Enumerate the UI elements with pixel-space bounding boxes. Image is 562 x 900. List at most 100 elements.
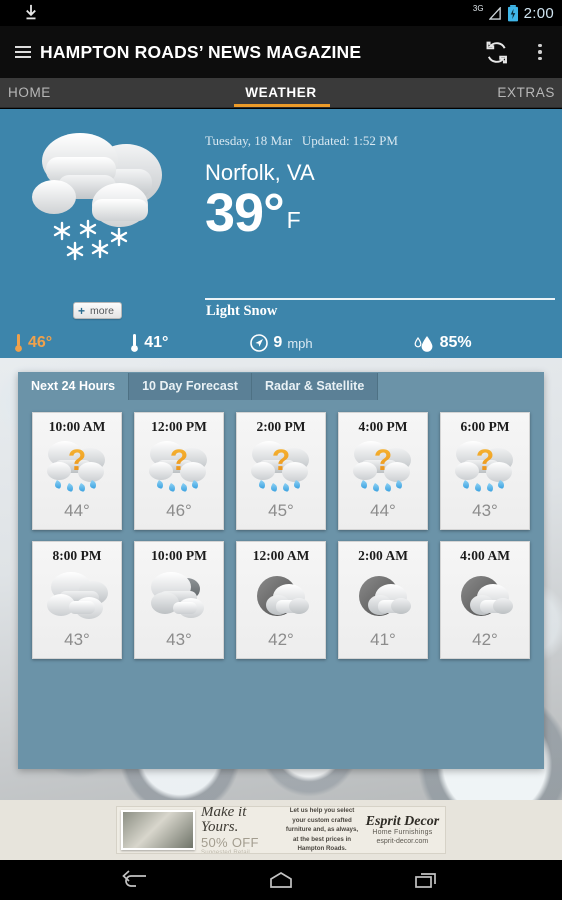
active-tab-underline: [234, 104, 330, 107]
ad-headline: Make it Yours.: [201, 806, 247, 835]
weather-stats-bar: 46° 41° 9 mph 85%: [0, 328, 562, 358]
forecast-time: 2:00 PM: [256, 419, 306, 434]
ad-product-photo: [121, 810, 195, 850]
stat-high-temp: 46°: [14, 333, 52, 353]
app-title: HAMPTON ROADS’ NEWS MAGAZINE: [40, 41, 362, 62]
network-type-label: 3G: [472, 4, 484, 13]
forecast-temp: 44°: [370, 501, 396, 520]
rain-unknown-icon: ?: [455, 441, 513, 492]
overflow-menu-button[interactable]: [518, 26, 562, 78]
ad-brand-name: Esprit Decor: [365, 813, 440, 829]
forecast-time: 4:00 AM: [460, 548, 510, 563]
more-button[interactable]: + more: [73, 302, 122, 319]
forecast-card[interactable]: 4:00 AM 42°: [440, 541, 530, 659]
system-nav-bar: [0, 860, 562, 900]
forecast-time: 8:00 PM: [52, 548, 102, 563]
forecast-tab-next-24-hours[interactable]: Next 24 Hours: [18, 373, 130, 400]
temperature-unit: F: [286, 206, 301, 233]
forecast-tab-10-day-forecast[interactable]: 10 Day Forecast: [129, 373, 252, 400]
forecast-temp: 43°: [166, 630, 192, 649]
rain-unknown-icon: ?: [251, 441, 309, 492]
forecast-row: 8:00 PM 43° 10:00 PM 43° 12:00 AM 42° 2:…: [32, 541, 530, 659]
forecast-card[interactable]: 12:00 PM ? 46°: [134, 412, 224, 530]
wind-speed-unit: mph: [287, 335, 313, 351]
forecast-card[interactable]: 12:00 AM 42°: [236, 541, 326, 659]
current-date: Tuesday, 18 Mar: [205, 133, 293, 148]
forecast-temp: 43°: [472, 501, 498, 520]
moon-clouds-icon: [461, 576, 513, 616]
nav-recents-button[interactable]: [404, 865, 450, 895]
forecast-card-grid: 10:00 AM ? 44° 12:00 PM ? 46° 2:00 PM ? …: [32, 412, 530, 659]
humidity-value: 85%: [439, 334, 472, 351]
forecast-temp: 43°: [64, 630, 90, 649]
stat-humidity: 85%: [413, 334, 472, 352]
ad-brand-tagline: Home Furnishings: [372, 829, 433, 837]
main-tab-strip: HOME WEATHER EXTRAS: [0, 78, 562, 108]
thermometer-low-icon: [131, 334, 139, 352]
ad-headline-block: Make it Yours. 50% OFF Suggested Retail: [201, 806, 284, 854]
tab-extras[interactable]: EXTRAS: [497, 78, 555, 108]
ad-banner[interactable]: Make it Yours. 50% OFF Suggested Retail …: [116, 806, 446, 854]
forecast-time: 4:00 PM: [358, 419, 408, 434]
nav-back-button[interactable]: [112, 865, 158, 895]
forecast-temp: 45°: [268, 501, 294, 520]
rain-unknown-icon: ?: [353, 441, 411, 492]
forecast-card[interactable]: 2:00 PM ? 45°: [236, 412, 326, 530]
thermometer-high-icon: [15, 334, 22, 352]
cloudy-icon: [47, 572, 108, 619]
recent-apps-icon: [415, 873, 436, 888]
forecast-temp: 41°: [370, 630, 396, 649]
svg-text:?: ?: [374, 444, 392, 477]
ad-brand-block: Esprit Decor Home Furnishings esprit-dec…: [360, 813, 445, 846]
forecast-card[interactable]: 2:00 AM 41°: [338, 541, 428, 659]
current-temp-row: 39° F: [205, 183, 555, 243]
wind-speed-value: 9: [273, 334, 283, 351]
forecast-tab-strip: Next 24 Hours 10 Day Forecast Radar & Sa…: [18, 372, 379, 400]
stat-low-temp: 41°: [130, 333, 168, 353]
snow-clouds-icon: [32, 133, 162, 261]
plus-icon: +: [78, 303, 86, 318]
status-bar: 3G 2:00: [0, 0, 562, 26]
svg-text:?: ?: [476, 444, 494, 477]
home-icon: [270, 872, 292, 888]
current-temperature: 39°: [205, 183, 285, 243]
forecast-card[interactable]: 10:00 AM ? 44°: [32, 412, 122, 530]
current-conditions-panel: Tuesday, 18 Mar Updated: 1:52 PM Norfolk…: [0, 109, 562, 328]
ad-offer: 50% OFF: [201, 834, 259, 850]
signal-triangle-icon: [488, 6, 501, 20]
current-date-updated: Tuesday, 18 Mar Updated: 1:52 PM: [205, 133, 555, 149]
svg-text:?: ?: [272, 444, 290, 477]
ad-brand-url: esprit-decor.com: [376, 838, 429, 846]
svg-text:?: ?: [68, 444, 86, 477]
rain-unknown-icon: ?: [149, 441, 207, 492]
ad-banner-container: Make it Yours. 50% OFF Suggested Retail …: [0, 800, 562, 860]
forecast-card[interactable]: 6:00 PM ? 43°: [440, 412, 530, 530]
svg-text:?: ?: [170, 444, 188, 477]
action-bar: HAMPTON ROADS’ NEWS MAGAZINE: [0, 26, 562, 78]
moon-clouds-icon: [359, 576, 411, 616]
refresh-button[interactable]: [474, 26, 518, 78]
forecast-tab-radar-satellite[interactable]: Radar & Satellite: [251, 373, 379, 400]
forecast-time: 10:00 AM: [48, 419, 106, 434]
forecast-card[interactable]: 8:00 PM 43°: [32, 541, 122, 659]
high-temp-value: 46°: [28, 334, 53, 351]
forecast-temp: 42°: [472, 630, 498, 649]
overflow-menu-icon: [538, 43, 542, 61]
forecast-time: 6:00 PM: [460, 419, 510, 434]
rain-unknown-icon: ?: [47, 441, 105, 492]
ad-fineprint: Suggested Retail: [201, 849, 250, 854]
status-clock: 2:00: [523, 4, 554, 22]
status-bar-right: 3G 2:00: [473, 0, 554, 26]
nav-home-button[interactable]: [258, 865, 304, 895]
stat-wind: 9 mph: [250, 334, 313, 352]
hamburger-menu-icon[interactable]: [6, 46, 40, 58]
current-updated: Updated: 1:52 PM: [301, 133, 398, 148]
forecast-card[interactable]: 4:00 PM ? 44°: [338, 412, 428, 530]
forecast-card[interactable]: 10:00 PM 43°: [134, 541, 224, 659]
back-arrow-icon: [122, 870, 146, 887]
forecast-temp: 46°: [166, 501, 192, 520]
low-temp-value: 41°: [144, 334, 169, 351]
forecast-time: 12:00 AM: [252, 548, 310, 563]
forecast-temp: 42°: [268, 630, 294, 649]
forecast-time: 10:00 PM: [151, 548, 207, 563]
